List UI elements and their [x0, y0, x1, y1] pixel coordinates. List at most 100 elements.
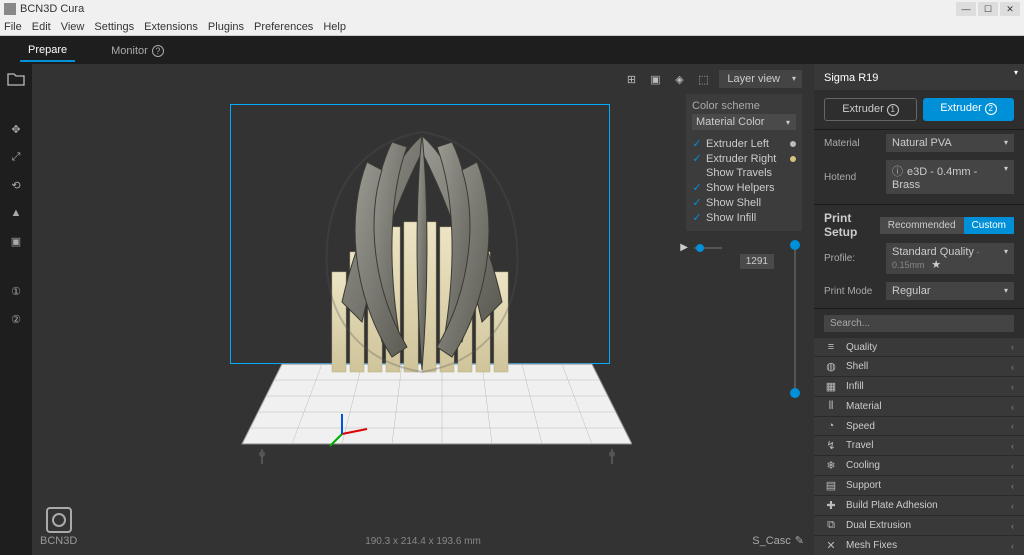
- category-label: Dual Extrusion: [846, 520, 1003, 531]
- menu-settings[interactable]: Settings: [94, 21, 134, 33]
- material-label: Material: [824, 138, 880, 149]
- machine-select[interactable]: Sigma R19▾: [814, 64, 1024, 90]
- settings-category[interactable]: ✕Mesh Fixes‹: [814, 536, 1024, 555]
- hotend-select[interactable]: ⓘe3D - 0.4mm - Brass▾: [886, 160, 1014, 194]
- chevron-down-icon: ▾: [786, 118, 790, 127]
- tab-monitor[interactable]: Monitor?: [103, 39, 172, 61]
- settings-category[interactable]: ⧉Dual Extrusion‹: [814, 516, 1024, 536]
- material-select[interactable]: Natural PVA▾: [886, 134, 1014, 152]
- chevron-left-icon: ‹: [1011, 461, 1014, 471]
- color-dot: [790, 141, 796, 147]
- chevron-left-icon: ‹: [1011, 362, 1014, 372]
- close-button[interactable]: ✕: [1000, 2, 1020, 16]
- camera-icon[interactable]: ▣: [647, 71, 663, 87]
- rotate-tool[interactable]: ⟲: [6, 176, 26, 194]
- info-icon: ⓘ: [892, 166, 903, 178]
- recommended-button[interactable]: Recommended: [880, 217, 964, 234]
- layer-playbar: ▶: [680, 242, 722, 253]
- menu-edit[interactable]: Edit: [32, 21, 51, 33]
- menu-plugins[interactable]: Plugins: [208, 21, 244, 33]
- arrange-icon[interactable]: ⊞: [623, 71, 639, 87]
- settings-category[interactable]: ↯ Travel ‹: [814, 436, 1024, 456]
- chevron-left-icon: ‹: [1011, 441, 1014, 451]
- chevron-down-icon: ▾: [1004, 138, 1008, 147]
- layerview-toggle[interactable]: ✓Show Shell: [692, 195, 796, 210]
- menu-help[interactable]: Help: [323, 21, 346, 33]
- help-icon[interactable]: ?: [152, 45, 164, 57]
- extruder2-tool[interactable]: ②: [6, 310, 26, 328]
- model-dimensions: 190.3 x 214.4 x 193.6 mm: [365, 536, 481, 547]
- window-titlebar: BCN3D Cura — ☐ ✕: [0, 0, 1024, 18]
- check-icon: ✓: [692, 152, 702, 165]
- category-label: Speed: [846, 421, 1003, 432]
- category-icon: ◔: [824, 420, 838, 432]
- settings-category[interactable]: ◔Speed‹: [814, 417, 1024, 436]
- settings-category[interactable]: ❄Cooling‹: [814, 456, 1024, 476]
- profile-select[interactable]: Standard Quality - 0.15mm ★▾: [886, 243, 1014, 274]
- layer-count: 1291: [740, 254, 774, 269]
- settings-category[interactable]: ✚ Build Plate Adhesion ‹: [814, 496, 1024, 516]
- play-icon[interactable]: ▶: [680, 242, 688, 253]
- build-plate: [212, 354, 632, 474]
- pencil-icon[interactable]: ✎: [795, 534, 804, 547]
- category-label: Material: [846, 401, 1003, 412]
- open-file-button[interactable]: [6, 70, 26, 88]
- layerview-item-label: Show Helpers: [706, 182, 774, 194]
- group-icon[interactable]: ⬚: [695, 71, 711, 87]
- extruder1-tab[interactable]: Extruder1: [824, 98, 917, 121]
- layerview-toggle[interactable]: Show Travels: [692, 166, 796, 180]
- category-label: Travel: [846, 440, 1003, 451]
- settings-category[interactable]: ▤Support‹: [814, 476, 1024, 496]
- menu-extensions[interactable]: Extensions: [144, 21, 198, 33]
- category-icon: ↯: [824, 439, 838, 452]
- extruder2-tab[interactable]: Extruder2: [923, 98, 1014, 121]
- custom-button[interactable]: Custom: [964, 217, 1014, 234]
- printmode-select[interactable]: Regular▾: [886, 282, 1014, 300]
- category-icon: ◍: [824, 360, 838, 373]
- settings-category[interactable]: ⦀Material‹: [814, 397, 1024, 417]
- extruder1-tool[interactable]: ①: [6, 282, 26, 300]
- tab-prepare[interactable]: Prepare: [20, 38, 75, 62]
- scale-tool[interactable]: ⤢: [6, 148, 26, 166]
- menu-preferences[interactable]: Preferences: [254, 21, 313, 33]
- chevron-left-icon: ‹: [1011, 342, 1014, 352]
- category-icon: ✚: [824, 499, 838, 512]
- mirror-tool[interactable]: ▲: [6, 204, 26, 222]
- color-scheme-select[interactable]: Material Color▾: [692, 114, 796, 130]
- layer-handle-bottom[interactable]: [790, 388, 800, 398]
- layerview-item-label: Extruder Right: [706, 153, 776, 165]
- layerview-toggle[interactable]: ✓ Extruder Right: [692, 151, 796, 166]
- minimize-button[interactable]: —: [956, 2, 976, 16]
- play-handle[interactable]: [696, 244, 704, 252]
- maximize-button[interactable]: ☐: [978, 2, 998, 16]
- settings-category[interactable]: ≡Quality‹: [814, 338, 1024, 357]
- category-icon: ✕: [824, 539, 838, 552]
- view-icon[interactable]: ◈: [671, 71, 687, 87]
- category-icon: ≡: [824, 341, 838, 353]
- viewport-3d[interactable]: ⊞ ▣ ◈ ⬚ Layer view▾ Color scheme Materia…: [32, 64, 814, 555]
- layerview-toggle[interactable]: ✓Show Helpers: [692, 180, 796, 195]
- settings-category[interactable]: ◍Shell‹: [814, 357, 1024, 377]
- layerview-item-label: Extruder Left: [706, 138, 769, 150]
- settings-search[interactable]: Search...: [824, 315, 1014, 332]
- category-icon: ⧉: [824, 519, 838, 532]
- layerview-toggle[interactable]: ✓Show Infill: [692, 210, 796, 225]
- layer-handle-top[interactable]: [790, 240, 800, 250]
- menu-view[interactable]: View: [61, 21, 85, 33]
- menu-file[interactable]: File: [4, 21, 22, 33]
- model-name-label: S_Casc ✎: [752, 534, 804, 547]
- layerview-item-label: Show Shell: [706, 197, 761, 209]
- category-label: Build Plate Adhesion: [846, 500, 1003, 511]
- layerview-panel: Color scheme Material Color▾ ✓Extruder L…: [686, 94, 802, 231]
- chevron-left-icon: ‹: [1011, 501, 1014, 511]
- viewmode-select[interactable]: Layer view▾: [719, 70, 802, 88]
- chevron-down-icon: ▾: [1004, 286, 1008, 295]
- permodel-tool[interactable]: ▣: [6, 232, 26, 250]
- chevron-down-icon: ▾: [792, 74, 796, 83]
- layerview-toggle[interactable]: ✓Extruder Left: [692, 136, 796, 151]
- settings-category[interactable]: ▦Infill‹: [814, 377, 1024, 397]
- move-tool[interactable]: ✥: [6, 120, 26, 138]
- play-track[interactable]: [694, 247, 722, 249]
- menubar: File Edit View Settings Extensions Plugi…: [0, 18, 1024, 36]
- layer-slider[interactable]: [794, 244, 796, 394]
